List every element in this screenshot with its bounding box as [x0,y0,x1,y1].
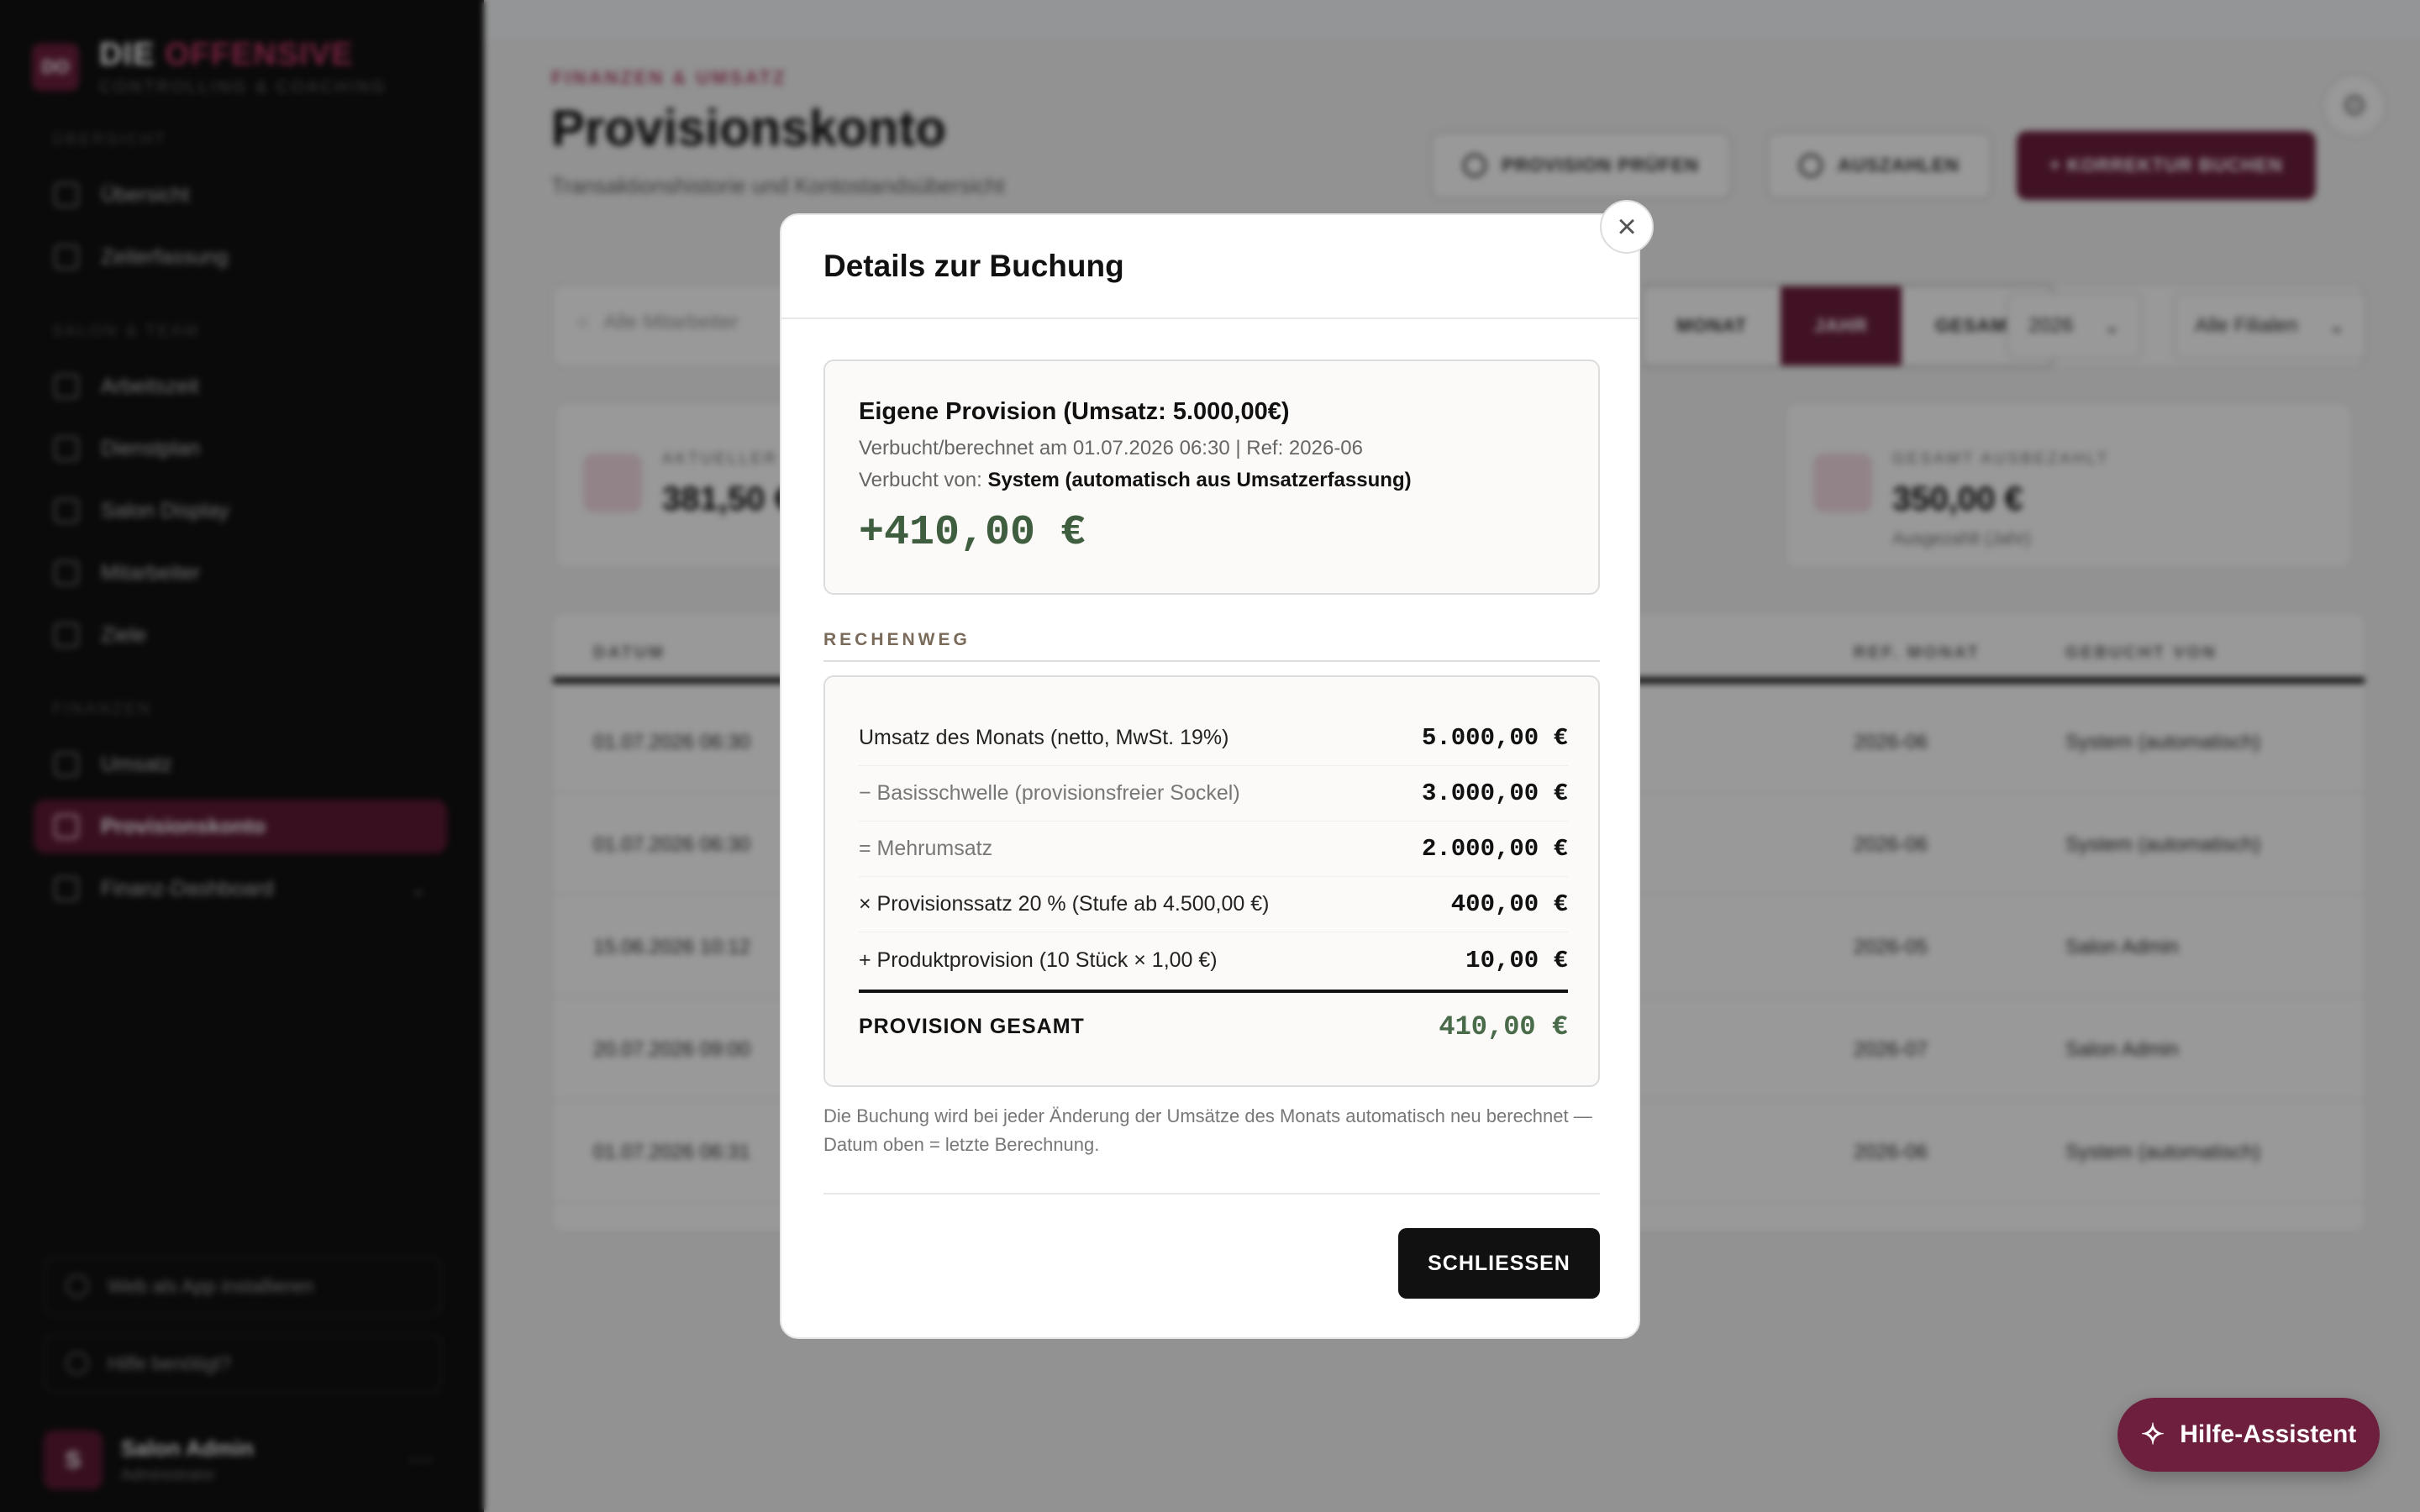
calc-value: 10,00 € [1465,946,1568,974]
calc-row-product-commission: + Produktprovision (10 Stück × 1,00 €) 10… [859,932,1568,988]
footer-divider [823,1193,1600,1194]
booked-by-line: Verbucht von: System (automatisch aus Um… [859,469,1412,492]
close-button[interactable]: SCHLIESSEN [1398,1228,1600,1299]
calc-value: 400,00 € [1450,890,1568,918]
calc-value: 3.000,00 € [1421,780,1568,807]
booking-details-modal: Details zur Buchung Eigene Provision (Um… [780,213,1640,1339]
calc-total-value: 410,00 € [1439,1011,1568,1042]
calc-label: × Provisionssatz 20 % (Stufe ab 4.500,00… [859,892,1270,916]
help-assistant-button[interactable]: ✧ Hilfe-Assistent [2118,1398,2380,1472]
calc-label: = Mehrumsatz [859,837,993,860]
calc-value: 2.000,00 € [1421,835,1568,863]
modal-title: Details zur Buchung [823,249,1124,283]
booked-by-prefix: Verbucht von: [859,469,982,491]
summary-title: Eigene Provision (Umsatz: 5.000,00€) [859,398,1290,425]
calc-label: + Produktprovision (10 Stück × 1,00 €) [859,948,1218,972]
close-icon: × [1617,208,1637,245]
calc-total-label: PROVISION GESAMT [859,1014,1085,1038]
modal-close-button[interactable]: × [1600,200,1654,254]
calc-row-commission-rate: × Provisionssatz 20 % (Stufe ab 4.500,00… [859,877,1568,932]
sparkle-icon: ✧ [2140,1419,2165,1451]
calc-total-row: PROVISION GESAMT 410,00 € [859,990,1568,1060]
calc-label: Umsatz des Monats (netto, MwSt. 19%) [859,726,1229,749]
booked-by-value: System (automatisch aus Umsatzerfassung) [987,469,1412,491]
modal-divider [781,318,1639,319]
calc-label: − Basisschwelle (provisionsfreier Sockel… [859,781,1240,805]
booking-summary: Eigene Provision (Umsatz: 5.000,00€) Ver… [823,360,1600,595]
calculation-breakdown: Umsatz des Monats (netto, MwSt. 19%) 5.00… [823,675,1600,1087]
booked-date-line: Verbucht/berechnet am 01.07.2026 06:30 |… [859,437,1363,459]
help-assistant-label: Hilfe-Assistent [2180,1420,2357,1448]
booking-amount: +410,00 € [859,509,1086,557]
calc-row-base-threshold: − Basisschwelle (provisionsfreier Sockel… [859,766,1568,822]
calc-value: 5.000,00 € [1421,724,1568,752]
recalculation-note: Die Buchung wird bei jeder Änderung der … [823,1105,1592,1155]
section-divider [823,660,1600,662]
calc-row-excess-revenue: = Mehrumsatz 2.000,00 € [859,822,1568,877]
calc-row-revenue: Umsatz des Monats (netto, MwSt. 19%) 5.00… [859,711,1568,766]
calculation-section-label: RECHENWEG [823,630,971,649]
